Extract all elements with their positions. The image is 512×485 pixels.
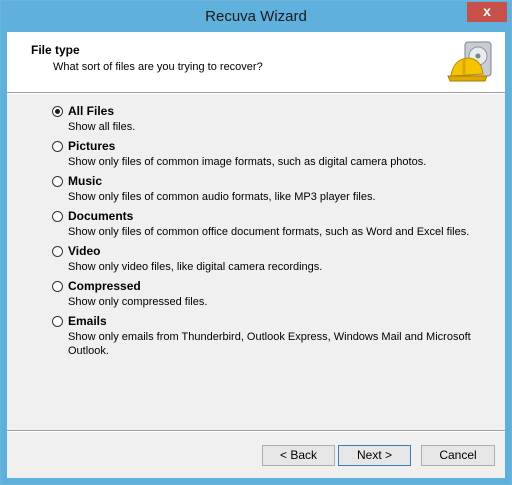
title-bar[interactable]: Recuva Wizard x	[1, 1, 511, 31]
option-label: Video	[68, 244, 101, 258]
radio-music[interactable]	[52, 176, 63, 187]
radio-all-files[interactable]	[52, 106, 63, 117]
option-description: Show only compressed files.	[68, 296, 208, 308]
page-title: File type	[31, 43, 80, 57]
page-subtitle: What sort of files are you trying to rec…	[53, 61, 263, 73]
option-description: Show only video files, like digital came…	[68, 261, 323, 273]
option-compressed[interactable]: Compressed Show only compressed files.	[52, 279, 492, 313]
option-description: Show all files.	[68, 121, 136, 133]
option-video[interactable]: Video Show only video files, like digita…	[52, 244, 492, 278]
radio-compressed[interactable]	[52, 281, 63, 292]
wizard-header: File type What sort of files are you try…	[7, 32, 505, 92]
radio-video[interactable]	[52, 246, 63, 257]
option-label: Emails	[68, 314, 107, 328]
hard-hat-drive-icon	[447, 41, 492, 82]
radio-pictures[interactable]	[52, 141, 63, 152]
option-emails[interactable]: Emails Show only emails from Thunderbird…	[52, 314, 492, 362]
option-description: Show only files of common audio formats,…	[68, 191, 376, 203]
option-pictures[interactable]: Pictures Show only files of common image…	[52, 139, 492, 173]
window-title: Recuva Wizard	[205, 8, 307, 25]
option-label: All Files	[68, 104, 115, 118]
close-button[interactable]: x	[467, 2, 507, 22]
option-documents[interactable]: Documents Show only files of common offi…	[52, 209, 492, 243]
option-description: Show only files of common office documen…	[68, 226, 470, 238]
option-music[interactable]: Music Show only files of common audio fo…	[52, 174, 492, 208]
option-label: Music	[68, 174, 103, 188]
option-description: Show only emails from Thunderbird, Outlo…	[68, 331, 471, 357]
option-all-files[interactable]: All Files Show all files.	[52, 104, 492, 138]
option-description: Show only files of common image formats,…	[68, 156, 427, 168]
recuva-wizard-window: Recuva Wizard x File type What sort of f…	[0, 0, 512, 485]
footer-divider	[7, 430, 505, 432]
radio-emails[interactable]	[52, 316, 63, 327]
cancel-button[interactable]: Cancel	[421, 445, 495, 466]
back-button[interactable]: < Back	[262, 445, 335, 466]
wizard-client-area: File type What sort of files are you try…	[7, 32, 505, 478]
option-label: Documents	[68, 209, 134, 223]
next-button[interactable]: Next >	[338, 445, 411, 466]
header-divider	[7, 92, 505, 94]
option-label: Compressed	[68, 279, 141, 293]
radio-documents[interactable]	[52, 211, 63, 222]
option-label: Pictures	[68, 139, 116, 153]
